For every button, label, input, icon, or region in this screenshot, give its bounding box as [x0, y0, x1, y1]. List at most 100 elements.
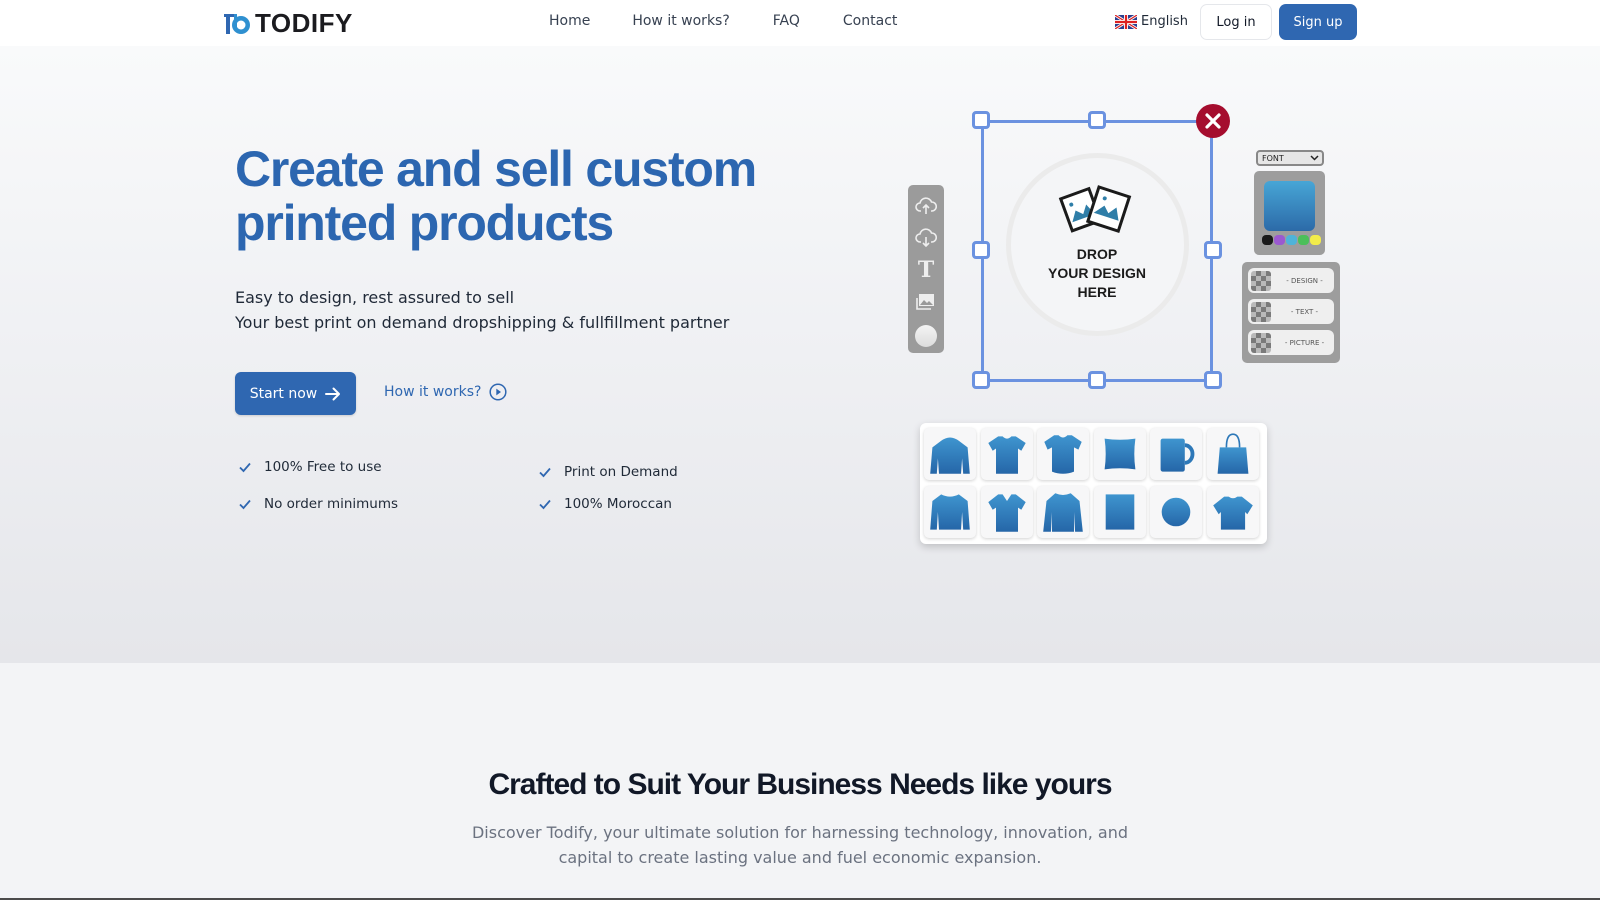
product-oversized-tee[interactable]: [1206, 486, 1259, 538]
nav-home[interactable]: Home: [549, 13, 590, 29]
arrow-right-icon: [325, 387, 341, 400]
round-badge-icon: [1161, 497, 1191, 527]
layer-label: - DESIGN -: [1286, 276, 1323, 285]
color-swatch[interactable]: [1310, 235, 1321, 245]
jacket-icon: [1043, 493, 1083, 532]
hero-subtitle-line-1: Easy to design, rest assured to sell: [235, 288, 515, 307]
product-canvas[interactable]: [1093, 486, 1146, 538]
feature-label: No order minimums: [264, 496, 399, 512]
color-swatch[interactable]: [1298, 235, 1309, 245]
product-hoodie[interactable]: [924, 428, 976, 480]
product-jacket[interactable]: [1037, 486, 1089, 538]
resize-handle[interactable]: [972, 241, 990, 259]
login-button[interactable]: Log in: [1200, 4, 1272, 40]
chevron-down-icon: [1310, 155, 1319, 161]
feature-label: Print on Demand: [564, 464, 678, 480]
product-tote-bag[interactable]: [1206, 428, 1259, 480]
sweatshirt-icon: [930, 494, 970, 530]
color-panel: [1254, 171, 1325, 255]
signup-button[interactable]: Sign up: [1279, 4, 1357, 40]
nav-how-it-works[interactable]: How it works?: [632, 13, 729, 29]
selection-frame: [981, 120, 1213, 382]
transparency-icon: [1251, 301, 1271, 322]
start-now-label: Start now: [249, 385, 318, 402]
resize-handle[interactable]: [1204, 371, 1222, 389]
how-it-works-link[interactable]: How it works?: [384, 383, 507, 401]
hero-subtitle: Easy to design, rest assured to sell You…: [235, 285, 729, 335]
product-pillow[interactable]: [1093, 428, 1146, 480]
hero-section: [0, 46, 1600, 663]
play-circle-icon: [489, 383, 507, 401]
product-round-badge[interactable]: [1150, 486, 1202, 538]
feature-item: 100% Moroccan: [538, 496, 672, 512]
designer-toolbar: T: [908, 185, 944, 353]
product-long-tee[interactable]: [1037, 428, 1089, 480]
section-subtitle-line: Discover Todify, your ultimate solution …: [471, 823, 1129, 842]
text-icon[interactable]: T: [914, 257, 938, 283]
close-button[interactable]: [1196, 104, 1230, 138]
oversized-tee-icon: [1212, 496, 1253, 530]
layer-label: - TEXT -: [1290, 307, 1319, 316]
image-icon[interactable]: [914, 289, 938, 315]
section-subtitle-line: capital to create lasting value and fuel…: [558, 848, 1042, 867]
color-swatch[interactable]: [1274, 235, 1285, 245]
start-now-button[interactable]: Start now: [235, 372, 356, 415]
hero-title: Create and sell custom printed products: [235, 141, 757, 251]
product-sweatshirt[interactable]: [924, 486, 976, 538]
hoodie-icon: [930, 437, 970, 474]
resize-handle[interactable]: [972, 371, 990, 389]
check-icon: [539, 467, 551, 478]
nav-contact[interactable]: Contact: [843, 13, 897, 29]
download-icon[interactable]: [914, 225, 938, 251]
check-icon: [239, 462, 251, 473]
color-swatch[interactable]: [1286, 235, 1297, 245]
t-shirt-icon: [987, 436, 1026, 474]
feature-label: 100% Moroccan: [564, 496, 672, 512]
feature-item: 100% Free to use: [238, 459, 382, 475]
nav-faq[interactable]: FAQ: [773, 13, 800, 29]
resize-handle[interactable]: [972, 111, 990, 129]
product-t-shirt[interactable]: [980, 428, 1033, 480]
top-nav: TODIFY Home How it works? FAQ Contact En…: [0, 0, 1600, 46]
polo-icon: [987, 494, 1026, 532]
check-icon: [239, 499, 251, 510]
resize-handle[interactable]: [1088, 111, 1106, 129]
check-icon: [539, 499, 551, 510]
pillow-icon: [1104, 438, 1135, 470]
language-selector[interactable]: English: [1115, 14, 1188, 29]
how-it-works-label: How it works?: [384, 384, 482, 400]
uk-flag-icon: [1115, 14, 1137, 29]
layers-panel: - DESIGN - - TEXT - - PICTURE -: [1242, 262, 1340, 363]
section-subtitle: Discover Todify, your ultimate solution …: [450, 820, 1150, 870]
hero-subtitle-line-2: Your best print on demand dropshipping &…: [235, 313, 730, 332]
product-polo[interactable]: [980, 486, 1033, 538]
color-palette: [1262, 235, 1321, 245]
font-select-label: FONT: [1262, 153, 1284, 163]
language-label: English: [1141, 14, 1188, 29]
layer-text[interactable]: - TEXT -: [1248, 299, 1334, 324]
product-mug[interactable]: [1150, 428, 1202, 480]
canvas-icon: [1105, 494, 1134, 530]
main-nav: Home How it works? FAQ Contact: [549, 13, 897, 29]
close-icon: [1205, 113, 1221, 129]
mug-icon: [1160, 438, 1195, 472]
feature-label: 100% Free to use: [264, 459, 382, 475]
shape-icon[interactable]: [915, 325, 937, 347]
upload-icon[interactable]: [914, 193, 938, 219]
brand-logo[interactable]: TODIFY: [222, 8, 353, 39]
color-swatch[interactable]: [1262, 235, 1273, 245]
tote-bag-icon: [1217, 433, 1248, 474]
long-tee-icon: [1044, 435, 1082, 474]
feature-item: No order minimums: [238, 496, 398, 512]
todify-logo-icon: [224, 13, 250, 34]
transparency-icon: [1251, 332, 1271, 353]
color-preview[interactable]: [1264, 181, 1315, 231]
brand-name: TODIFY: [255, 8, 353, 38]
layer-design[interactable]: - DESIGN -: [1248, 268, 1334, 293]
feature-item: Print on Demand: [538, 464, 678, 480]
layer-label: - PICTURE -: [1284, 338, 1325, 347]
font-select[interactable]: FONT: [1256, 150, 1324, 166]
layer-picture[interactable]: - PICTURE -: [1248, 330, 1334, 355]
resize-handle[interactable]: [1204, 241, 1222, 259]
resize-handle[interactable]: [1088, 371, 1106, 389]
